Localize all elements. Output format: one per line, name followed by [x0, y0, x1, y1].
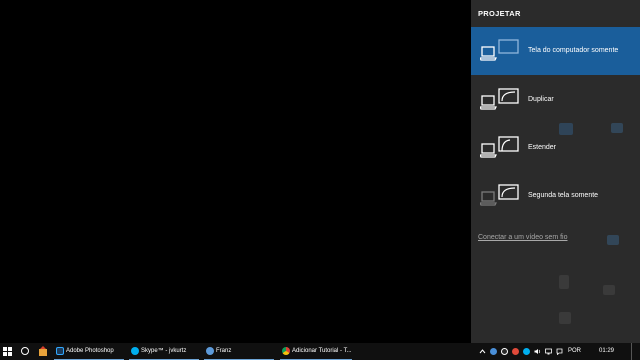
option-extend[interactable]: Estender — [471, 124, 640, 172]
option-label: Tela do computador somente — [528, 47, 619, 54]
chrome-icon — [282, 347, 290, 355]
duplicate-screens-icon — [480, 88, 519, 110]
windows-start-icon[interactable] — [3, 347, 12, 356]
background-tile-icon — [559, 275, 569, 289]
option-label: Duplicar — [528, 96, 554, 103]
option-duplicate[interactable]: Duplicar — [471, 76, 640, 124]
taskbar-app-label: Skype™ - jvkurtz — [141, 348, 187, 354]
taskbar-app-label: Adobe Photoshop — [66, 348, 114, 354]
franz-icon — [206, 347, 214, 355]
extend-screens-icon — [480, 136, 519, 158]
project-pane: PROJETAR Tela do computador somente Dupl… — [471, 0, 640, 343]
option-label: Segunda tela somente — [528, 192, 599, 199]
background-tile-icon — [603, 285, 615, 295]
show-desktop-button[interactable] — [631, 343, 640, 360]
taskbar-app-chrome[interactable]: Adicionar Tutorial - T... — [280, 343, 352, 360]
second-screen-only-icon — [480, 184, 519, 206]
clock-time[interactable]: 01:29 — [599, 343, 614, 360]
taskbar: Adobe Photoshop Skype™ - jvkurtz Franz A… — [0, 343, 640, 360]
photoshop-icon — [56, 347, 64, 355]
network-icon[interactable] — [545, 348, 552, 355]
cortana-icon[interactable] — [21, 347, 29, 355]
background-tile-icon — [607, 235, 619, 245]
tray-app-icon[interactable] — [501, 348, 508, 355]
taskbar-app-skype[interactable]: Skype™ - jvkurtz — [129, 343, 199, 360]
pane-title: PROJETAR — [478, 9, 521, 18]
tray-skype-icon[interactable] — [523, 348, 530, 355]
pinned-app-icon[interactable] — [38, 346, 48, 357]
taskbar-app-franz[interactable]: Franz — [204, 343, 274, 360]
volume-icon[interactable] — [534, 348, 541, 355]
connect-wireless-display-link[interactable]: Conectar a um vídeo sem fio — [478, 234, 568, 241]
pc-screen-only-icon — [480, 39, 519, 61]
option-second-screen-only[interactable]: Segunda tela somente — [471, 172, 640, 220]
taskbar-app-label: Franz — [216, 348, 232, 354]
tray-app-icon[interactable] — [490, 348, 497, 355]
chevron-up-icon[interactable] — [479, 348, 486, 355]
option-label: Estender — [528, 144, 557, 151]
desktop-background — [0, 0, 471, 343]
keyboard-language[interactable]: POR — [568, 343, 581, 360]
skype-icon — [131, 347, 139, 355]
notifications-icon[interactable] — [556, 348, 563, 355]
taskbar-app-label: Adicionar Tutorial - T... — [292, 348, 352, 354]
background-tile-icon — [559, 312, 571, 324]
option-pc-screen-only[interactable]: Tela do computador somente — [471, 27, 640, 75]
taskbar-app-photoshop[interactable]: Adobe Photoshop — [54, 343, 124, 360]
tray-app-icon[interactable] — [512, 348, 519, 355]
